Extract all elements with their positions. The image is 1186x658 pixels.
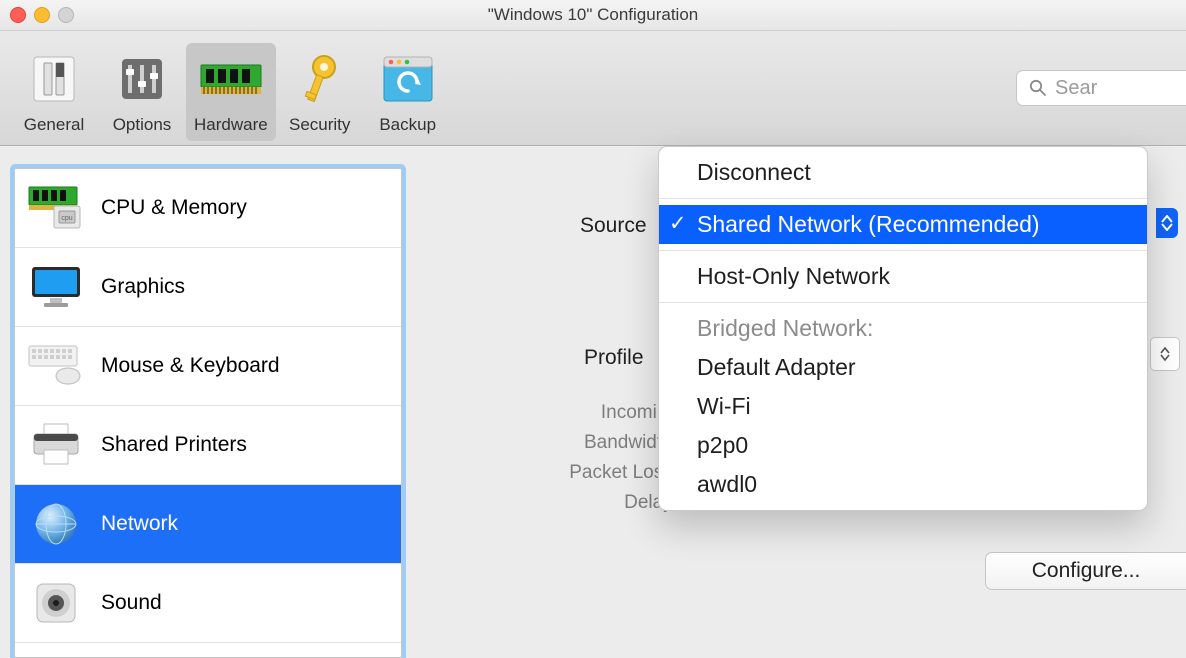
menu-item-default-adapter[interactable]: Default Adapter xyxy=(659,348,1147,387)
source-field: Source xyxy=(580,214,647,238)
keyboard-mouse-icon xyxy=(27,338,85,394)
ram-cpu-icon: cpu xyxy=(27,180,85,236)
menu-item-host-only[interactable]: Host-Only Network xyxy=(659,257,1147,296)
sidebar-item-label: CPU & Memory xyxy=(101,196,247,220)
toolbar-tab-security[interactable]: Security xyxy=(276,43,364,141)
titlebar: "Windows 10" Configuration xyxy=(0,0,1186,31)
sidebar-item-label: Network xyxy=(101,512,178,536)
toolbar-tab-hardware[interactable]: Hardware xyxy=(186,43,276,141)
menu-group-bridged: Bridged Network: xyxy=(659,309,1147,348)
sidebar-item-graphics[interactable]: Graphics xyxy=(15,248,401,327)
toolbar-label: General xyxy=(24,115,84,135)
key-icon xyxy=(284,49,356,109)
search-icon xyxy=(1029,79,1047,97)
toolbar-tab-general[interactable]: General xyxy=(10,43,98,141)
speaker-icon xyxy=(27,575,85,631)
toolbar-label: Options xyxy=(113,115,172,135)
minimize-window-button[interactable] xyxy=(34,7,50,23)
source-dropdown-menu: Disconnect Shared Network (Recommended) … xyxy=(658,146,1148,511)
printer-icon xyxy=(27,417,85,473)
profile-field: Profile xyxy=(584,346,644,370)
monitor-icon xyxy=(27,259,85,315)
ram-icon xyxy=(195,49,267,109)
svg-text:cpu: cpu xyxy=(61,215,72,222)
profile-stepper[interactable] xyxy=(1150,337,1180,371)
sidebar-item-label: Shared Printers xyxy=(101,433,247,457)
backup-icon xyxy=(372,49,444,109)
window-title: "Windows 10" Configuration xyxy=(488,5,699,25)
toolbar: General Options xyxy=(0,31,1186,146)
sidebar-item-label: Graphics xyxy=(101,275,185,299)
globe-icon xyxy=(27,496,85,552)
sliders-icon xyxy=(106,49,178,109)
menu-item-wifi[interactable]: Wi-Fi xyxy=(659,387,1147,426)
search-box[interactable] xyxy=(1016,70,1186,106)
toolbar-tab-options[interactable]: Options xyxy=(98,43,186,141)
menu-separator xyxy=(659,250,1147,251)
toolbar-tab-backup[interactable]: Backup xyxy=(364,43,452,141)
zoom-window-button[interactable] xyxy=(58,7,74,23)
sidebar-item-label: Sound xyxy=(101,591,162,615)
sidebar-item-mouse-keyboard[interactable]: Mouse & Keyboard xyxy=(15,327,401,406)
search-container xyxy=(1016,70,1186,106)
menu-separator xyxy=(659,302,1147,303)
source-label: Source xyxy=(580,214,647,238)
window-controls xyxy=(10,7,74,23)
profile-label: Profile xyxy=(584,346,644,370)
close-window-button[interactable] xyxy=(10,7,26,23)
sidebar-item-cpu-memory[interactable]: cpu CPU & Memory xyxy=(15,169,401,248)
menu-item-p2p0[interactable]: p2p0 xyxy=(659,426,1147,465)
sidebar-item-sound[interactable]: Sound xyxy=(15,564,401,643)
menu-item-awdl0[interactable]: awdl0 xyxy=(659,465,1147,504)
menu-item-disconnect[interactable]: Disconnect xyxy=(659,153,1147,192)
menu-separator xyxy=(659,198,1147,199)
sidebar-item-network[interactable]: Network xyxy=(15,485,401,564)
toolbar-label: Backup xyxy=(379,115,436,135)
sidebar-item-label: Mouse & Keyboard xyxy=(101,354,280,378)
menu-item-shared-network[interactable]: Shared Network (Recommended) xyxy=(659,205,1147,244)
toolbar-label: Hardware xyxy=(194,115,268,135)
switch-icon xyxy=(18,49,90,109)
hardware-sidebar: cpu CPU & Memory Graphics xyxy=(14,168,402,658)
sidebar-item-shared-printers[interactable]: Shared Printers xyxy=(15,406,401,485)
search-input[interactable] xyxy=(1053,76,1186,101)
configure-button[interactable]: Configure... xyxy=(985,552,1186,590)
toolbar-label: Security xyxy=(289,115,350,135)
source-select-stepper[interactable] xyxy=(1156,208,1178,238)
